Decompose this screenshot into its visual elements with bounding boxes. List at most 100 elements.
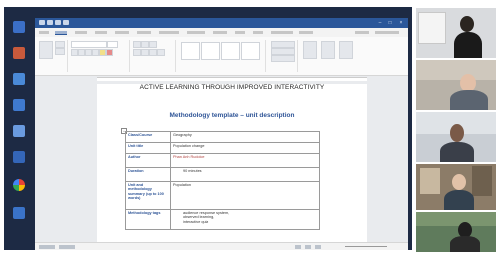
table-row: Author Phan Anh Rudolce bbox=[125, 153, 320, 168]
tab-table-design[interactable] bbox=[271, 31, 293, 34]
replace-button[interactable] bbox=[271, 48, 295, 55]
document-page: ACTIVE LEARNING THROUGH IMPROVED INTERAC… bbox=[97, 84, 367, 250]
video-tile[interactable] bbox=[416, 60, 496, 110]
file-icon bbox=[13, 151, 25, 163]
numbering-button[interactable] bbox=[141, 41, 149, 48]
status-bar bbox=[35, 242, 408, 250]
find-button[interactable] bbox=[271, 41, 295, 48]
align-center-button[interactable] bbox=[141, 49, 149, 56]
maximize-icon[interactable]: □ bbox=[385, 19, 395, 27]
word-count[interactable] bbox=[59, 245, 75, 249]
desktop-icon[interactable] bbox=[8, 21, 30, 34]
unit-description-table: Class/Course Geography Unit title Popula… bbox=[125, 131, 320, 230]
underline-button[interactable] bbox=[85, 49, 92, 56]
file-icon bbox=[13, 73, 25, 85]
row-value[interactable]: Geography bbox=[170, 131, 320, 143]
read-mode-icon[interactable] bbox=[295, 245, 301, 249]
tab-review[interactable] bbox=[213, 31, 227, 34]
minimize-icon[interactable]: – bbox=[375, 19, 385, 27]
row-value[interactable]: 90 minutes bbox=[170, 167, 320, 182]
row-label: Class/Course bbox=[125, 131, 171, 143]
desktop-icon[interactable] bbox=[8, 73, 30, 86]
tab-layout[interactable] bbox=[137, 31, 151, 34]
highlight-button[interactable] bbox=[99, 49, 106, 56]
style-normal[interactable] bbox=[181, 42, 200, 60]
style-heading-2[interactable] bbox=[241, 42, 260, 60]
tab-home[interactable] bbox=[55, 31, 67, 35]
row-label: Duration bbox=[125, 167, 171, 182]
bullets-button[interactable] bbox=[133, 41, 141, 48]
template-title: Methodology template – unit description bbox=[169, 112, 295, 119]
reuse-files-button[interactable] bbox=[339, 41, 353, 59]
comments-button[interactable] bbox=[375, 31, 399, 34]
save-icon[interactable] bbox=[47, 20, 53, 25]
tab-insert[interactable] bbox=[75, 31, 87, 34]
tab-file[interactable] bbox=[39, 31, 49, 34]
tab-design[interactable] bbox=[115, 31, 129, 34]
font-color-button[interactable] bbox=[106, 49, 113, 56]
close-icon[interactable]: × bbox=[396, 19, 406, 27]
video-tile[interactable] bbox=[416, 164, 496, 210]
title-bar: – □ × bbox=[35, 18, 408, 28]
video-tile[interactable] bbox=[416, 112, 496, 162]
participant-body bbox=[450, 90, 488, 110]
italic-button[interactable] bbox=[78, 49, 85, 56]
desktop-icon[interactable] bbox=[8, 47, 30, 60]
desktop-icon[interactable] bbox=[8, 207, 30, 220]
participant-body bbox=[440, 142, 474, 162]
desktop-icon[interactable] bbox=[8, 99, 30, 112]
align-left-button[interactable] bbox=[133, 49, 141, 56]
row-value[interactable]: Phan Anh Rudolce bbox=[170, 153, 320, 168]
share-button[interactable] bbox=[355, 31, 369, 34]
strikethrough-button[interactable] bbox=[92, 49, 99, 56]
participant-body bbox=[444, 190, 474, 210]
screen-share-stage: – □ × ACTIVE LEARNING THROUGH IMPROVED I… bbox=[0, 0, 499, 255]
ribbon-tabs bbox=[35, 28, 408, 37]
editor-button[interactable] bbox=[321, 41, 335, 59]
desktop: – □ × ACTIVE LEARNING THROUGH IMPROVED I… bbox=[4, 7, 412, 250]
font-name-select[interactable] bbox=[71, 41, 107, 48]
row-value[interactable]: Population change bbox=[170, 142, 320, 154]
video-tile[interactable] bbox=[416, 212, 496, 252]
cut-icon[interactable] bbox=[55, 41, 65, 48]
desktop-icon[interactable] bbox=[8, 151, 30, 164]
presentation-thumbnail bbox=[418, 12, 446, 44]
tab-table-layout[interactable] bbox=[299, 31, 313, 34]
file-icon bbox=[13, 21, 25, 33]
tab-help[interactable] bbox=[253, 31, 263, 34]
desktop-icon[interactable] bbox=[8, 179, 30, 192]
file-icon bbox=[13, 47, 25, 59]
font-size-select[interactable] bbox=[107, 41, 118, 48]
tab-mailings[interactable] bbox=[187, 31, 205, 34]
style-no-spacing[interactable] bbox=[201, 42, 220, 60]
style-heading-1[interactable] bbox=[221, 42, 240, 60]
tab-references[interactable] bbox=[159, 31, 179, 34]
desktop-icon[interactable] bbox=[8, 125, 30, 138]
row-label: Unit title bbox=[125, 142, 171, 154]
row-value[interactable]: Population bbox=[170, 181, 320, 210]
file-icon bbox=[13, 99, 25, 111]
undo-icon[interactable] bbox=[55, 20, 61, 25]
zoom-slider[interactable] bbox=[345, 246, 387, 247]
chrome-icon bbox=[13, 179, 25, 191]
redo-icon[interactable] bbox=[63, 20, 69, 25]
bold-button[interactable] bbox=[71, 49, 78, 56]
dictate-button[interactable] bbox=[303, 41, 317, 59]
participant-head bbox=[450, 124, 464, 142]
video-tile[interactable] bbox=[416, 8, 496, 58]
indent-button[interactable] bbox=[149, 41, 157, 48]
autosave-icon[interactable] bbox=[39, 20, 45, 25]
copy-icon[interactable] bbox=[55, 48, 65, 55]
file-icon bbox=[13, 207, 25, 219]
tab-draw[interactable] bbox=[95, 31, 107, 34]
select-button[interactable] bbox=[271, 55, 295, 62]
page-count[interactable] bbox=[39, 245, 55, 249]
file-icon bbox=[13, 125, 25, 137]
paste-button[interactable] bbox=[39, 41, 53, 59]
print-layout-icon[interactable] bbox=[305, 245, 311, 249]
tab-view[interactable] bbox=[235, 31, 245, 34]
align-right-button[interactable] bbox=[149, 49, 157, 56]
justify-button[interactable] bbox=[157, 49, 165, 56]
row-value[interactable]: audience response system, observed learn… bbox=[170, 209, 320, 230]
web-layout-icon[interactable] bbox=[315, 245, 321, 249]
